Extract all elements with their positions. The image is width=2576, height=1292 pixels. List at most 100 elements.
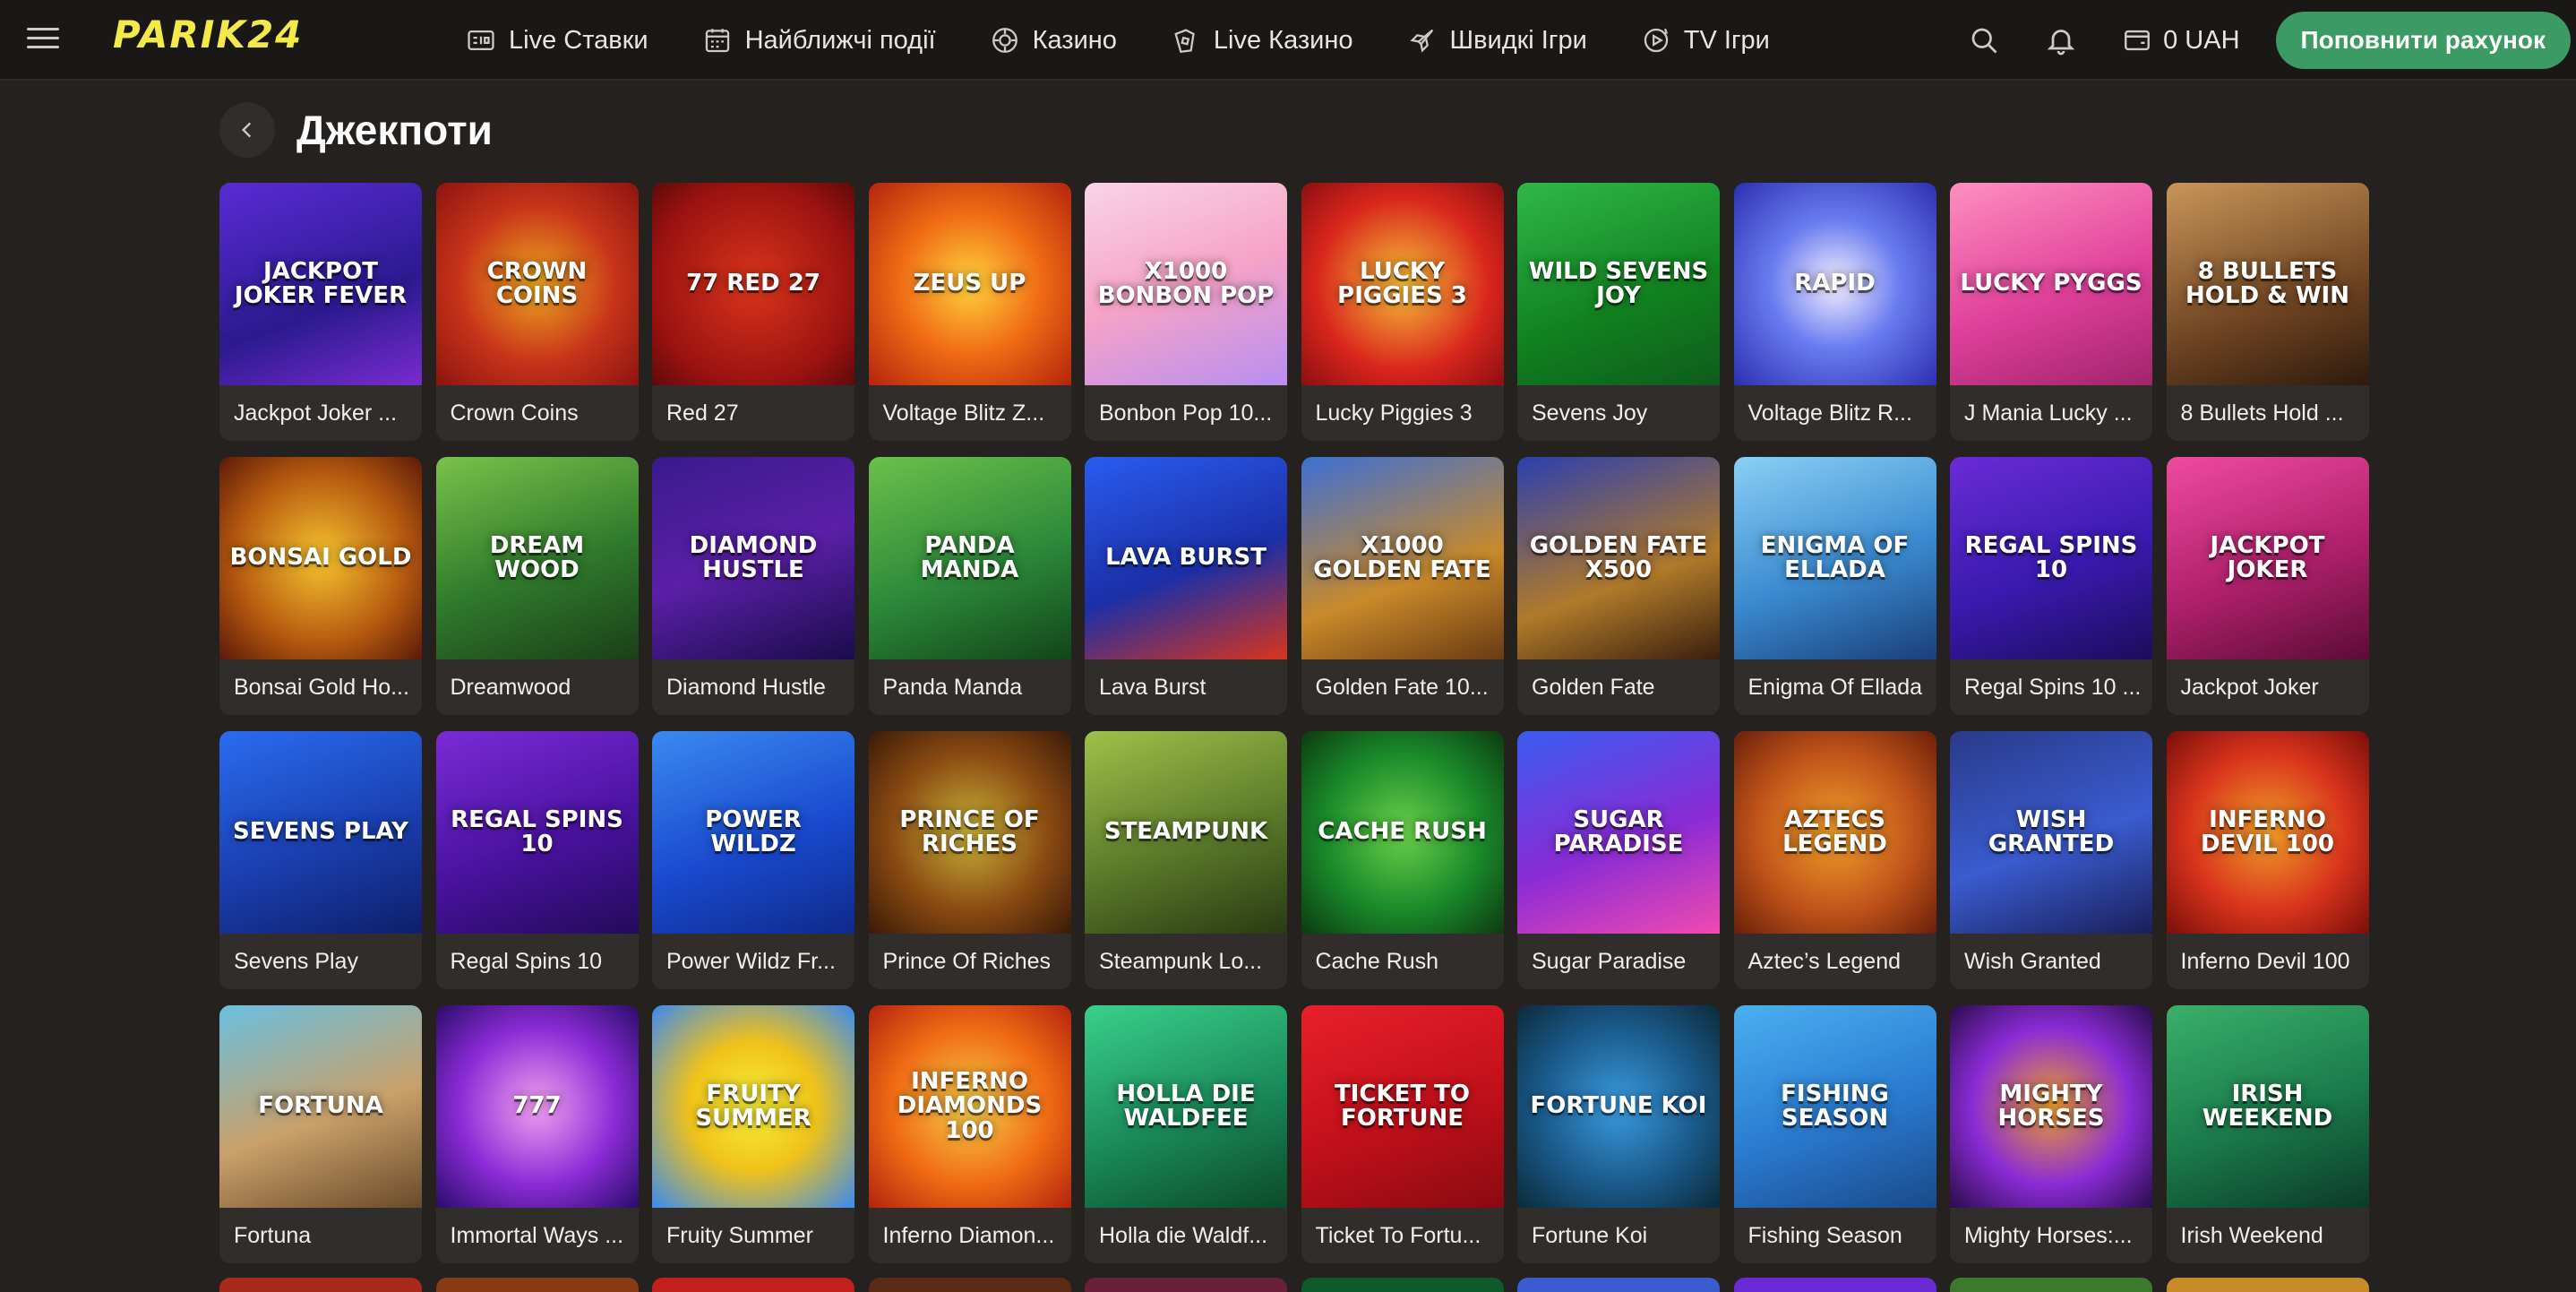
game-name[interactable]: Ticket To Fortu... <box>1301 1208 1504 1263</box>
game-thumbnail[interactable]: Golden Fate x500 <box>1517 457 1720 659</box>
game-tile-partial[interactable] <box>2166 1278 2369 1292</box>
game-thumbnail[interactable]: Wild Sevens Joy <box>1517 183 1720 385</box>
game-thumbnail[interactable]: x1000 Golden Fate <box>1301 457 1504 659</box>
game-tile[interactable]: Sevens Play Sevens Play <box>219 731 422 989</box>
game-name[interactable]: Wish Granted <box>1950 934 2152 989</box>
game-name[interactable]: Lava Burst <box>1085 659 1287 715</box>
game-thumbnail[interactable]: Zeus Up <box>868 183 1071 385</box>
game-tile-partial[interactable] <box>435 1278 639 1292</box>
game-thumbnail[interactable]: Inferno Devil 100 <box>2166 731 2369 934</box>
game-tile[interactable]: Fruity Summer Fruity Summer <box>652 1005 854 1263</box>
game-thumbnail[interactable]: Panda Manda <box>868 457 1071 659</box>
game-tile[interactable]: Inferno Devil 100 Inferno Devil 100 <box>2166 731 2369 989</box>
game-tile-partial[interactable] <box>219 1278 422 1292</box>
game-name[interactable]: Inferno Devil 100 <box>2167 934 2369 989</box>
game-thumbnail[interactable]: 8 Bullets Hold & Win <box>2166 183 2369 385</box>
game-tile-partial[interactable] <box>1301 1278 1504 1292</box>
game-thumbnail[interactable]: Crown Coins <box>435 183 639 385</box>
game-thumbnail[interactable]: Holla die Waldfee <box>1085 1005 1287 1208</box>
bell-icon[interactable] <box>2043 22 2079 58</box>
game-thumbnail[interactable]: 77 Red 27 <box>652 183 854 385</box>
game-tile[interactable]: Fortuna Fortuna <box>219 1005 422 1263</box>
game-tile[interactable]: Crown Coins Crown Coins <box>435 183 639 441</box>
game-tile[interactable]: Zeus Up Voltage Blitz Z... <box>868 183 1071 441</box>
game-tile-partial[interactable] <box>1517 1278 1720 1292</box>
game-name[interactable]: Bonsai Gold Ho... <box>219 659 422 715</box>
game-tile[interactable]: 777 Immortal Ways ... <box>435 1005 639 1263</box>
game-tile[interactable]: Holla die Waldfee Holla die Waldf... <box>1085 1005 1287 1263</box>
game-tile[interactable]: Power Wildz Power Wildz Fr... <box>652 731 854 989</box>
game-name[interactable]: Jackpot Joker <box>2167 659 2369 715</box>
game-name[interactable]: Sevens Play <box>219 934 422 989</box>
game-tile[interactable]: Lucky Piggies 3 Lucky Piggies 3 <box>1301 183 1504 441</box>
game-name[interactable]: Fortune Koi <box>1517 1208 1720 1263</box>
game-tile[interactable]: Diamond Hustle Diamond Hustle <box>652 457 854 715</box>
game-thumbnail[interactable]: Wish Granted <box>1950 731 2152 934</box>
game-name[interactable]: Bonbon Pop 10... <box>1085 385 1287 441</box>
game-name[interactable]: Sevens Joy <box>1517 385 1720 441</box>
game-name[interactable]: Jackpot Joker ... <box>219 385 422 441</box>
game-thumbnail[interactable]: Jackpot Joker <box>2166 457 2369 659</box>
game-thumbnail[interactable]: Fishing Season <box>1733 1005 1936 1208</box>
game-tile[interactable]: Golden Fate x500 Golden Fate <box>1517 457 1720 715</box>
game-name[interactable]: Fortuna <box>219 1208 422 1263</box>
game-tile[interactable]: Aztecs Legend Aztec’s Legend <box>1733 731 1936 989</box>
game-name[interactable]: Holla die Waldf... <box>1085 1208 1287 1263</box>
game-tile[interactable]: Regal Spins 10 Regal Spins 10 <box>435 731 639 989</box>
game-tile[interactable]: 8 Bullets Hold & Win 8 Bullets Hold ... <box>2166 183 2369 441</box>
game-thumbnail[interactable]: Prince of Riches <box>868 731 1071 934</box>
nav-item-casino[interactable]: Казино <box>990 25 1117 56</box>
game-thumbnail[interactable]: Ticket to Fortune <box>1301 1005 1504 1208</box>
nav-item-live-bets[interactable]: Live Ставки <box>466 25 648 56</box>
game-name[interactable]: Cache Rush <box>1301 934 1504 989</box>
game-tile[interactable]: Lucky Pyggs J Mania Lucky ... <box>1950 183 2152 441</box>
game-name[interactable]: Dreamwood <box>436 659 639 715</box>
game-name[interactable]: Golden Fate 10... <box>1301 659 1504 715</box>
game-name[interactable]: J Mania Lucky ... <box>1950 385 2152 441</box>
search-icon[interactable] <box>1966 22 2002 58</box>
game-thumbnail[interactable]: Lava Burst <box>1085 457 1287 659</box>
game-name[interactable]: Inferno Diamon... <box>869 1208 1071 1263</box>
game-tile[interactable]: Jackpot Joker Fever Jackpot Joker ... <box>219 183 422 441</box>
game-name[interactable]: 8 Bullets Hold ... <box>2167 385 2369 441</box>
game-thumbnail[interactable]: Steampunk <box>1085 731 1287 934</box>
game-tile[interactable]: x1000 Golden Fate Golden Fate 10... <box>1301 457 1504 715</box>
game-thumbnail[interactable]: Enigma of Ellada <box>1733 457 1936 659</box>
game-name[interactable]: Regal Spins 10 <box>436 934 639 989</box>
game-tile-partial[interactable] <box>652 1278 854 1292</box>
game-tile[interactable]: Sugar Paradise Sugar Paradise <box>1517 731 1720 989</box>
game-tile[interactable]: Lava Burst Lava Burst <box>1085 457 1287 715</box>
game-thumbnail[interactable]: Fortuna <box>219 1005 422 1208</box>
game-name[interactable]: Regal Spins 10 ... <box>1950 659 2152 715</box>
game-tile[interactable]: Fortune Koi Fortune Koi <box>1517 1005 1720 1263</box>
game-thumbnail[interactable]: Power Wildz <box>652 731 854 934</box>
game-name[interactable]: Panda Manda <box>869 659 1071 715</box>
logo[interactable]: PARIK24 <box>113 13 303 56</box>
game-tile[interactable]: x1000 Bonbon Pop Bonbon Pop 10... <box>1085 183 1287 441</box>
game-tile-partial[interactable] <box>868 1278 1071 1292</box>
game-name[interactable]: Aztec’s Legend <box>1734 934 1936 989</box>
game-name[interactable]: Red 27 <box>652 385 854 441</box>
game-tile[interactable]: Dream Wood Dreamwood <box>435 457 639 715</box>
back-button[interactable] <box>219 102 275 158</box>
nav-item-fast-games[interactable]: Швидкі Ігри <box>1407 25 1587 56</box>
game-tile[interactable]: Steampunk Steampunk Lo... <box>1085 731 1287 989</box>
game-name[interactable]: Power Wildz Fr... <box>652 934 854 989</box>
game-name[interactable]: Crown Coins <box>436 385 639 441</box>
game-name[interactable]: Enigma Of Ellada <box>1734 659 1936 715</box>
game-name[interactable]: Golden Fate <box>1517 659 1720 715</box>
menu-icon[interactable] <box>27 22 59 54</box>
game-thumbnail[interactable]: Fortune Koi <box>1517 1005 1720 1208</box>
game-tile[interactable]: Jackpot Joker Jackpot Joker <box>2166 457 2369 715</box>
game-tile[interactable]: Rapid Voltage Blitz R... <box>1733 183 1936 441</box>
game-name[interactable]: Mighty Horses:... <box>1950 1208 2152 1263</box>
game-thumbnail[interactable]: Lucky Pyggs <box>1950 183 2152 385</box>
game-tile[interactable]: Ticket to Fortune Ticket To Fortu... <box>1301 1005 1504 1263</box>
nav-item-live-casino[interactable]: Live Казино <box>1171 25 1353 56</box>
game-thumbnail[interactable]: Sugar Paradise <box>1517 731 1720 934</box>
game-name[interactable]: Voltage Blitz Z... <box>869 385 1071 441</box>
game-tile-partial[interactable] <box>1733 1278 1936 1292</box>
nav-item-upcoming-events[interactable]: Найближчі події <box>702 25 936 56</box>
game-thumbnail[interactable]: Cache Rush <box>1301 731 1504 934</box>
game-name[interactable]: Prince Of Riches <box>869 934 1071 989</box>
